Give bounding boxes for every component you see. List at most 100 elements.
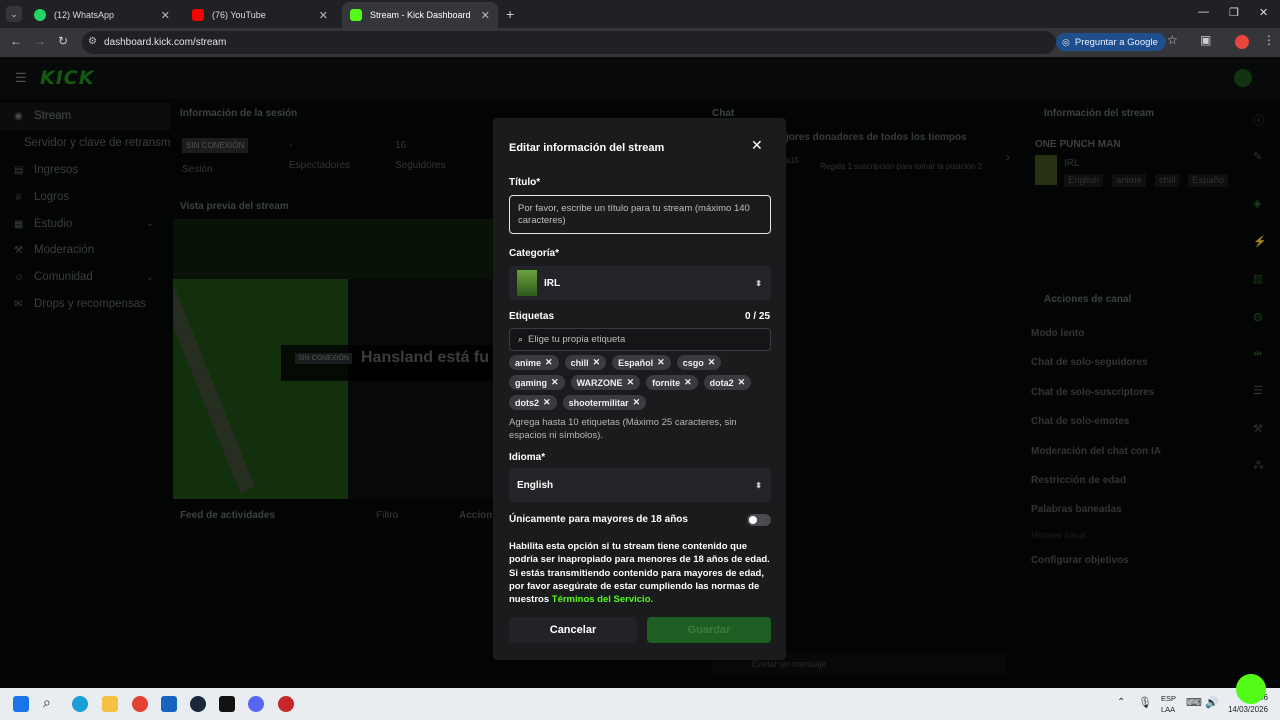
browser-tab-bar: ⌄ (12) WhatsApp ✕ (76) YouTube ✕ Stream … [0,0,1280,28]
language-field-label: Idioma* [509,452,546,463]
remove-tag-icon[interactable]: ✕ [593,357,601,368]
tag-chip: dots2 ✕ [509,395,557,410]
tag-chip: anime ✕ [509,355,559,370]
tag-chip: fornite ✕ [646,375,698,390]
menu-kebab-icon[interactable]: ⋮ [1263,33,1275,47]
ask-google-button[interactable]: ◎ Preguntar a Google [1056,33,1166,51]
title-input-placeholder: Por favor, escribe un título para tu str… [518,203,750,226]
tag-label: chill [570,357,589,368]
tag-chip: dota2 ✕ [703,375,752,390]
tab-label: (12) WhatsApp [54,10,115,20]
restore-icon[interactable]: ❐ [1229,6,1239,19]
steam-icon[interactable] [190,696,206,712]
edge-icon[interactable] [72,696,88,712]
language-top[interactable]: ESP [1161,694,1176,703]
title-field-label: Título* [509,177,541,188]
back-icon[interactable]: ← [10,34,22,48]
bookmark-star-icon[interactable]: ☆ [1167,33,1178,47]
tags-hint: Agrega hasta 10 etiquetas (Máximo 25 car… [509,417,737,441]
google-lens-icon: ◎ [1062,36,1070,47]
tag-label: Español [618,357,654,368]
remove-tag-icon[interactable]: ✕ [738,377,746,388]
language-bottom[interactable]: LAA [1161,705,1175,714]
chrome-icon[interactable] [132,696,148,712]
tag-label: anime [515,357,542,368]
tag-chip: shootermilitar ✕ [562,395,647,410]
tag-chips: anime ✕ chill ✕ Español ✕ csgo ✕ gaming ✕ WAR… [509,355,773,410]
close-icon[interactable]: ✕ [751,137,763,154]
tag-label: dota2 [709,377,734,388]
address-bar[interactable]: ⚙ dashboard.kick.com/stream [82,31,1056,54]
url-text: dashboard.kick.com/stream [104,37,227,48]
tag-chip: gaming ✕ [509,375,565,390]
window-close-icon[interactable]: ✕ [1259,6,1268,19]
language-value: English [517,479,554,491]
cancel-button[interactable]: Cancelar [509,617,637,643]
youtube-icon [192,9,204,21]
tab-whatsapp[interactable]: (12) WhatsApp ✕ [26,2,178,28]
tag-label: shootermilitar [568,397,629,408]
file-explorer-icon[interactable] [102,696,118,712]
network-icon[interactable]: ⌨ [1186,696,1202,709]
remove-tag-icon[interactable]: ✕ [545,357,553,368]
tab-list-button[interactable]: ⌄ [6,6,22,22]
remove-tag-icon[interactable]: ✕ [708,357,716,368]
modal-title: Editar información del stream [509,142,665,154]
windows-taskbar: ⌕ ⌃ 🎙 ESP LAA ⌨ 🔊 00:46 14/03/2026 [0,688,1280,720]
tray-chevron-icon[interactable]: ⌃ [1117,697,1125,708]
profile-avatar[interactable] [1235,35,1249,49]
remove-tag-icon[interactable]: ✕ [543,397,551,408]
tag-chip: csgo ✕ [676,355,722,370]
chevron-updown-icon: ⬍ [755,480,762,490]
category-select[interactable]: IRL ⬍ [509,266,771,300]
tab-youtube[interactable]: (76) YouTube ✕ [184,2,336,28]
remove-tag-icon[interactable]: ✕ [633,397,641,408]
outlook-icon[interactable] [161,696,177,712]
remove-tag-icon[interactable]: ✕ [627,377,635,388]
save-label: Guardar [687,624,731,636]
ask-google-label: Preguntar a Google [1074,36,1158,48]
adult-only-label: Únicamente para mayores de 18 años [509,514,688,525]
edit-stream-modal: Editar información del stream ✕ Título* … [493,118,786,660]
close-tab-icon[interactable]: ✕ [319,9,328,22]
search-icon[interactable]: ⌕ [43,694,59,710]
adult-only-toggle[interactable] [747,514,771,526]
chevron-updown-icon: ⬍ [755,278,762,288]
remove-tag-icon[interactable]: ✕ [551,377,559,388]
tag-chip: WARZONE ✕ [570,375,641,390]
epic-icon[interactable] [219,696,235,712]
new-tab-icon[interactable]: + [506,6,514,22]
remove-tag-icon[interactable]: ✕ [684,377,692,388]
language-select[interactable]: English ⬍ [509,468,771,502]
clock-date[interactable]: 14/03/2026 [1226,705,1268,714]
extensions-icon[interactable]: ▣ [1200,33,1211,47]
obs-icon[interactable] [278,696,294,712]
tags-count: 0 / 25 [745,311,771,322]
whatsapp-icon [34,9,46,21]
category-thumbnail [517,270,537,296]
category-value: IRL [544,277,561,289]
terms-link[interactable]: Términos del Servicio. [552,594,653,605]
tag-chip: Español ✕ [612,355,671,370]
mic-icon[interactable]: 🎙 [1138,696,1152,709]
tags-input[interactable]: ⌕ Elige tu propia etiqueta [509,328,771,351]
close-tab-icon[interactable]: ✕ [481,9,490,22]
tag-chip: chill ✕ [564,355,607,370]
reload-icon[interactable]: ↻ [58,34,68,48]
minimize-icon[interactable]: — [1198,6,1209,18]
discord-icon[interactable] [248,696,264,712]
forward-icon[interactable]: → [34,34,46,48]
windows-start-icon[interactable] [13,696,29,712]
category-field-label: Categoría* [509,248,560,259]
save-button[interactable]: Guardar [647,617,771,643]
site-info-icon[interactable]: ⚙ [88,36,97,47]
tag-label: dots2 [515,397,540,408]
tag-label: gaming [515,377,548,388]
volume-icon[interactable]: 🔊 [1205,696,1219,709]
tab-kick-dashboard[interactable]: Stream - Kick Dashboard ✕ [342,2,498,28]
tags-field-label: Etiquetas [509,311,555,322]
help-chat-button[interactable] [1236,674,1266,704]
remove-tag-icon[interactable]: ✕ [657,357,665,368]
close-tab-icon[interactable]: ✕ [161,9,170,22]
title-input[interactable]: Por favor, escribe un título para tu str… [509,195,771,234]
